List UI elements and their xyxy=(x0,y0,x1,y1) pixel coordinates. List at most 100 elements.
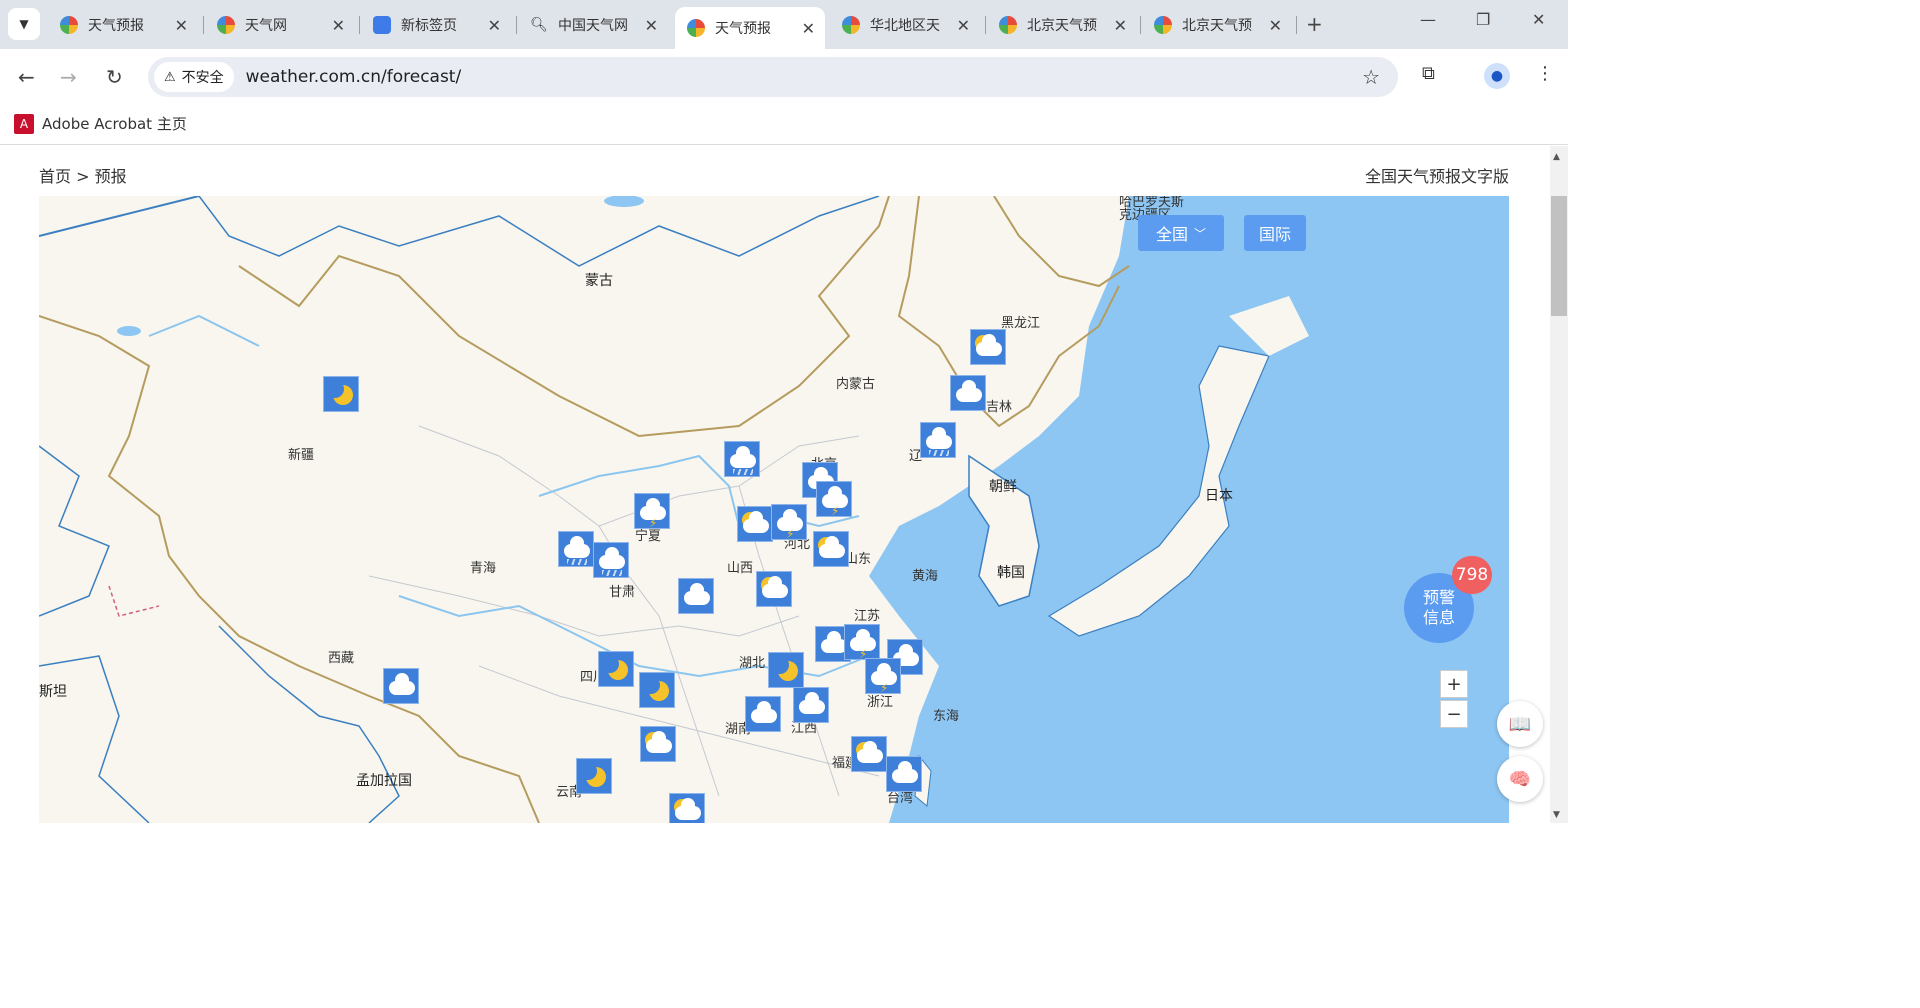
weather-favicon-icon xyxy=(60,16,78,34)
warning-label-line1: 预警 xyxy=(1422,588,1455,607)
weather-favicon-icon xyxy=(1154,16,1172,34)
map-label-mongolia: 蒙古 xyxy=(585,273,613,289)
profile-avatar-icon[interactable]: ● xyxy=(1484,63,1510,89)
weather-moon-icon[interactable] xyxy=(598,651,634,687)
map-label-heilongjiang: 黑龙江 xyxy=(1001,316,1041,331)
restore-icon[interactable]: ❐ xyxy=(1476,10,1490,29)
weather-moon-icon[interactable] xyxy=(576,758,612,794)
chevron-down-icon: ▼ xyxy=(19,17,29,31)
back-arrow-icon[interactable]: ← xyxy=(18,65,35,89)
weather-cloudy-icon[interactable] xyxy=(678,578,714,614)
extensions-puzzle-icon[interactable]: ⧉ xyxy=(1422,63,1435,84)
weather-rain-icon[interactable] xyxy=(920,422,956,458)
map-label-xizang: 西藏 xyxy=(328,651,355,666)
weather-thunder-icon[interactable]: ⚡ xyxy=(816,481,852,518)
map-label-north-korea: 朝鲜 xyxy=(989,479,1017,495)
weather-thunder-icon[interactable]: ⚡ xyxy=(634,493,670,530)
address-bar[interactable]: ⚠ 不安全 weather.com.cn/forecast/ ☆ xyxy=(148,57,1398,97)
security-indicator[interactable]: ⚠ 不安全 xyxy=(154,62,234,92)
weather-cloudy-icon[interactable] xyxy=(383,668,419,704)
tab-strip: ▼ 天气预报 ✕ 天气网 ✕ 新标签页 ✕ 🔍︎ 中国天气网 ✕ 天气预报 ✕ … xyxy=(0,0,1568,49)
map-label-pakistan: 斯坦 xyxy=(39,684,67,700)
text-version-link[interactable]: 全国天气预报文字版 xyxy=(1365,163,1509,187)
more-menu-icon[interactable]: ⋮ xyxy=(1536,63,1554,84)
tab-title: 北京天气预 xyxy=(1182,18,1252,34)
bookmark-star-icon[interactable]: ☆ xyxy=(1362,65,1380,89)
weather-partly-cloudy-icon[interactable] xyxy=(640,726,676,762)
weather-cloudy-icon[interactable] xyxy=(950,375,986,411)
tab-6[interactable]: 华北地区天 ✕ xyxy=(830,7,980,43)
tab-8[interactable]: 北京天气预 ✕ xyxy=(1142,7,1292,43)
bookmark-adobe-acrobat[interactable]: A Adobe Acrobat 主页 xyxy=(14,113,187,134)
weather-moon-icon[interactable] xyxy=(768,652,804,688)
weather-favicon-icon xyxy=(687,19,705,37)
close-icon[interactable]: ✕ xyxy=(488,16,501,35)
tab-1[interactable]: 天气预报 ✕ xyxy=(48,7,198,43)
close-icon[interactable]: ✕ xyxy=(957,16,970,35)
weather-rain-icon[interactable] xyxy=(593,542,629,578)
weather-partly-cloudy-icon[interactable] xyxy=(669,793,705,823)
weather-moon-icon[interactable] xyxy=(323,376,359,412)
weather-partly-cloudy-icon[interactable] xyxy=(813,531,849,567)
zoom-out-button[interactable]: − xyxy=(1440,700,1468,728)
weather-partly-cloudy-icon[interactable] xyxy=(756,571,792,607)
close-icon[interactable]: ✕ xyxy=(175,16,188,35)
tab-title: 天气网 xyxy=(245,18,287,34)
close-icon[interactable]: ✕ xyxy=(332,16,345,35)
weather-partly-cloudy-icon[interactable] xyxy=(851,736,887,772)
url-text[interactable]: weather.com.cn/forecast/ xyxy=(246,67,462,87)
warning-label-line2: 信息 xyxy=(1422,608,1455,627)
weather-rain-icon[interactable] xyxy=(724,441,760,477)
reader-book-icon[interactable]: 📖 xyxy=(1497,701,1543,747)
map-label-japan: 日本 xyxy=(1205,488,1233,504)
tab-2[interactable]: 天气网 ✕ xyxy=(205,7,355,43)
forward-arrow-icon[interactable]: → xyxy=(60,65,77,89)
tab-divider xyxy=(203,16,204,34)
close-icon[interactable]: ✕ xyxy=(1114,16,1127,35)
bookmarks-bar: A Adobe Acrobat 主页 xyxy=(0,105,1568,145)
map-label-south-korea: 韩国 xyxy=(997,565,1025,581)
reload-icon[interactable]: ↻ xyxy=(106,65,123,89)
map-label-jilin: 吉林 xyxy=(986,400,1013,415)
close-icon[interactable]: ✕ xyxy=(802,19,815,38)
weather-cloudy-icon[interactable] xyxy=(745,696,781,732)
weather-favicon-icon xyxy=(999,16,1017,34)
weather-cloudy-icon[interactable] xyxy=(886,756,922,792)
tab-7[interactable]: 北京天气预 ✕ xyxy=(987,7,1137,43)
weather-thunder-icon[interactable]: ⚡ xyxy=(865,658,901,695)
tab-divider xyxy=(1140,16,1141,34)
chevron-down-icon: ﹀ xyxy=(1194,226,1207,241)
minimize-icon[interactable]: — xyxy=(1420,10,1436,29)
map-label-yellow-sea: 黄海 xyxy=(912,569,939,584)
zoom-in-button[interactable]: + xyxy=(1440,670,1468,698)
international-button[interactable]: 国际 xyxy=(1244,215,1306,251)
tab-divider xyxy=(359,16,360,34)
tab-search-button[interactable]: ▼ xyxy=(8,8,40,40)
weather-partly-cloudy-icon[interactable] xyxy=(737,506,773,542)
search-icon: 🔍︎ xyxy=(530,17,548,33)
tab-3[interactable]: 新标签页 ✕ xyxy=(361,7,511,43)
map-label-xinjiang: 新疆 xyxy=(288,448,315,463)
close-icon[interactable]: ✕ xyxy=(1269,16,1282,35)
scroll-up-arrow-icon[interactable]: ▲ xyxy=(1553,152,1560,162)
weather-map[interactable]: 蒙古 黑龙江 内蒙古 吉林 新疆 北京 辽 朝鲜 日本 宁夏 河北 山东 青海 … xyxy=(39,196,1509,823)
weather-thunder-icon[interactable]: ⚡ xyxy=(844,624,880,661)
weather-thunder-icon[interactable]: ⚡ xyxy=(771,504,807,541)
weather-rain-icon[interactable] xyxy=(558,531,594,567)
region-select-label: 全国 xyxy=(1155,225,1188,244)
scroll-down-arrow-icon[interactable]: ▼ xyxy=(1553,810,1560,820)
close-icon[interactable]: ✕ xyxy=(645,16,658,35)
ai-assistant-brain-icon[interactable]: 🧠 xyxy=(1497,756,1543,802)
tab-title: 天气预报 xyxy=(715,21,771,37)
new-tab-plus-icon[interactable]: + xyxy=(1306,12,1323,36)
breadcrumb-home-link[interactable]: 首页 xyxy=(39,167,71,186)
tab-4[interactable]: 🔍︎ 中国天气网 ✕ xyxy=(518,7,668,43)
close-window-icon[interactable]: ✕ xyxy=(1532,10,1545,29)
region-select-dropdown[interactable]: 全国 ﹀ xyxy=(1138,215,1224,251)
weather-moon-icon[interactable] xyxy=(639,672,675,708)
bookmark-label: Adobe Acrobat 主页 xyxy=(42,115,187,133)
weather-cloudy-icon[interactable] xyxy=(793,687,829,723)
tab-5-active[interactable]: 天气预报 ✕ xyxy=(675,7,825,49)
weather-partly-cloudy-icon[interactable] xyxy=(970,329,1006,365)
scrollbar-thumb[interactable] xyxy=(1551,196,1567,316)
